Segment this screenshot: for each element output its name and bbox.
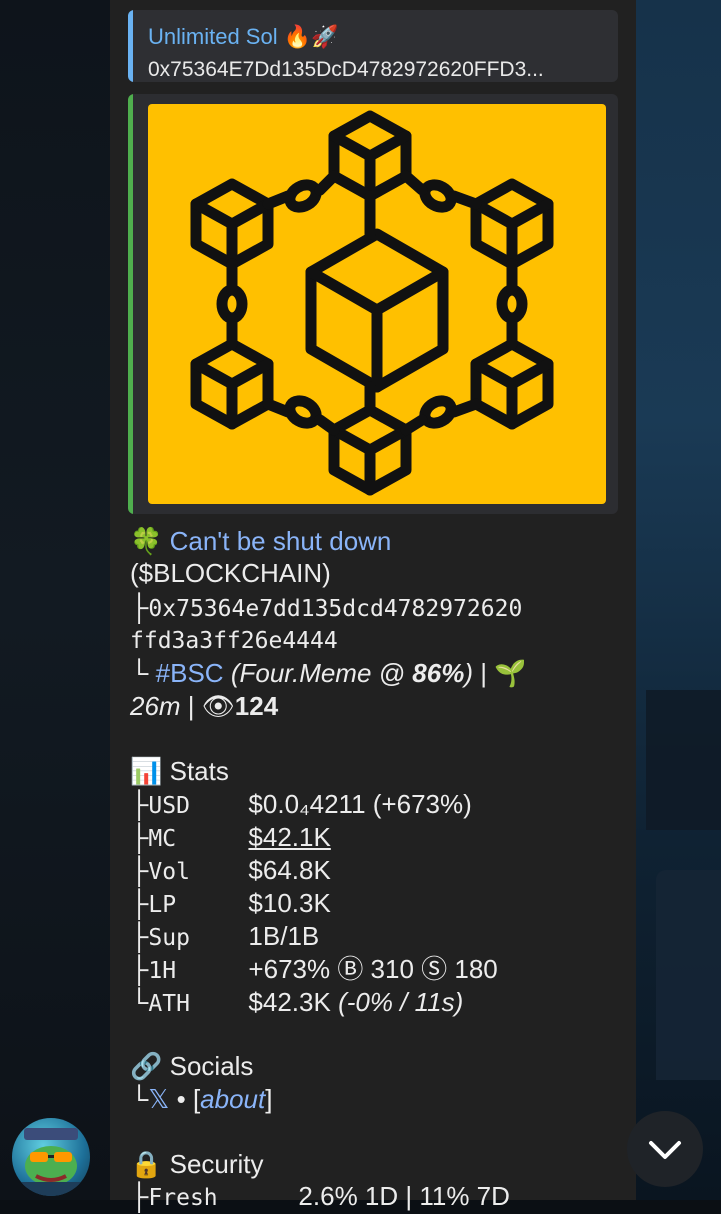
about-link[interactable]: about bbox=[200, 1084, 265, 1114]
stat-value: 1B/1B bbox=[248, 921, 320, 951]
platform-text: (Four.Meme @ bbox=[230, 658, 413, 688]
stat-value: $64.8K bbox=[248, 855, 331, 885]
blockchain-logo-icon bbox=[190, 110, 554, 496]
reply-address: 0x75364E7Dd135DcD4782972620FFD3... bbox=[148, 58, 544, 81]
stat-label: ATH bbox=[148, 991, 190, 1017]
socials-title: Socials bbox=[169, 1051, 254, 1081]
separator: • bbox=[169, 1084, 193, 1114]
stats-row-usd: ├USD $0.0₄4211 (+673%) bbox=[130, 788, 472, 822]
stats-title: Stats bbox=[169, 756, 229, 786]
stat-label: LP bbox=[148, 892, 177, 918]
tree-branch: ├ bbox=[130, 592, 149, 622]
stats-row-1h: ├1H +673% Ⓑ 310 Ⓢ 180 bbox=[130, 953, 498, 987]
tree-branch: ├ bbox=[130, 1181, 149, 1211]
socials-heading: 🔗 Socials bbox=[130, 1050, 253, 1082]
tree-branch: └ bbox=[130, 987, 149, 1017]
stats-heading: 📊 Stats bbox=[130, 755, 229, 787]
chain-tag-link[interactable]: #BSC bbox=[156, 658, 224, 688]
stat-value: $42.3K bbox=[248, 987, 331, 1017]
clover-icon: 🍀 bbox=[130, 526, 163, 556]
lock-icon: 🔒 bbox=[130, 1149, 163, 1179]
reply-title: Unlimited Sol 🔥🚀 bbox=[148, 24, 339, 49]
stat-label: MC bbox=[148, 826, 177, 852]
chat-background-left bbox=[0, 0, 110, 1200]
token-address-line: ├0x75364e7dd135dcd4782972620 bbox=[130, 591, 522, 625]
reply-accent-bar bbox=[128, 10, 133, 82]
socials-row: └𝕏 • [about] bbox=[130, 1083, 272, 1115]
tree-branch: └ bbox=[130, 658, 149, 688]
chain-line: └ #BSC (Four.Meme @ 86%) | 🌱 bbox=[130, 657, 527, 689]
stat-label: USD bbox=[148, 793, 190, 819]
token-title-line: 🍀 Can't be shut down bbox=[130, 525, 391, 557]
token-name-link[interactable]: Can't be shut down bbox=[170, 526, 392, 556]
tree-branch: ├ bbox=[130, 888, 149, 918]
separator: | bbox=[180, 691, 202, 721]
security-title: Security bbox=[169, 1149, 264, 1179]
view-count: 124 bbox=[234, 691, 279, 721]
stats-row-ath: └ATH $42.3K (-0% / 11s) bbox=[130, 986, 463, 1020]
stat-value: $0.0₄4211 (+673%) bbox=[248, 789, 472, 819]
stat-label: Sup bbox=[148, 925, 190, 951]
link-preview[interactable] bbox=[128, 94, 618, 514]
token-ticker: ($BLOCKCHAIN) bbox=[130, 558, 331, 588]
token-address-part1[interactable]: 0x75364e7dd135dcd4782972620 bbox=[148, 596, 522, 622]
pepe-avatar-icon bbox=[20, 1128, 82, 1196]
scroll-down-button[interactable] bbox=[627, 1111, 703, 1187]
platform-pct: 86% bbox=[412, 658, 465, 688]
background-shape bbox=[646, 690, 721, 830]
token-age: 26m bbox=[130, 691, 181, 721]
bar-chart-icon: 📊 bbox=[130, 756, 163, 786]
message-bubble: Unlimited Sol 🔥🚀 0x75364E7Dd135DcD478297… bbox=[110, 0, 636, 1211]
tree-branch: ├ bbox=[130, 954, 149, 984]
security-row-partial: ├Fresh 2.6% 1D | 11% 7D bbox=[130, 1180, 510, 1214]
token-address-part2[interactable]: ffd3a3ff26e4444 bbox=[130, 625, 338, 657]
eye-icon: 👁 bbox=[201, 691, 235, 721]
preview-accent-bar bbox=[128, 94, 133, 514]
chat-background-right bbox=[636, 0, 721, 1200]
stat-label: 1H bbox=[148, 958, 177, 984]
stats-row-sup: ├Sup 1B/1B bbox=[130, 920, 319, 954]
age-line: 26m | 👁124 bbox=[130, 690, 278, 722]
stats-row-mc: ├MC $42.1K bbox=[130, 821, 331, 855]
chevron-down-icon bbox=[649, 1141, 681, 1159]
security-label: Fresh bbox=[148, 1185, 218, 1211]
tree-branch: ├ bbox=[130, 855, 149, 885]
seedling-icon: 🌱 bbox=[494, 658, 527, 688]
stat-label: Vol bbox=[148, 859, 190, 885]
link-icon: 🔗 bbox=[130, 1051, 163, 1081]
security-heading: 🔒 Security bbox=[130, 1148, 264, 1180]
stat-value: +673% Ⓑ 310 Ⓢ 180 bbox=[248, 954, 498, 984]
stats-row-vol: ├Vol $64.8K bbox=[130, 854, 331, 888]
user-avatar[interactable] bbox=[12, 1118, 90, 1196]
bracket: ] bbox=[265, 1084, 273, 1114]
stat-value-link[interactable]: $42.1K bbox=[248, 822, 330, 852]
security-value: 2.6% 1D | 11% 7D bbox=[298, 1181, 510, 1211]
tree-branch: ├ bbox=[130, 921, 149, 951]
reply-quote[interactable]: Unlimited Sol 🔥🚀 0x75364E7Dd135DcD478297… bbox=[128, 10, 618, 82]
preview-image[interactable] bbox=[148, 104, 606, 504]
tree-branch: ├ bbox=[130, 789, 149, 819]
stats-row-lp: ├LP $10.3K bbox=[130, 887, 331, 921]
background-shape bbox=[656, 870, 721, 1080]
platform-close: ) bbox=[464, 658, 473, 688]
tree-branch: └ bbox=[130, 1084, 149, 1114]
stat-value-extra: (-0% / 11s) bbox=[338, 987, 464, 1017]
stat-value: $10.3K bbox=[248, 888, 331, 918]
separator: | bbox=[473, 658, 495, 688]
x-link[interactable]: 𝕏 bbox=[148, 1084, 169, 1114]
tree-branch: ├ bbox=[130, 822, 149, 852]
